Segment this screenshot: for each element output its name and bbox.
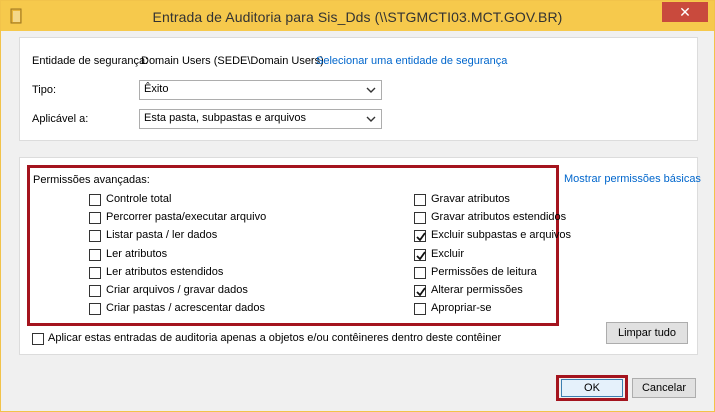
unchecked-checkbox[interactable] (89, 266, 101, 279)
permission-label: Criar pastas / acrescentar dados (106, 302, 265, 315)
unchecked-checkbox[interactable] (89, 303, 101, 316)
permission-label: Gravar atributos (431, 193, 510, 205)
unchecked-checkbox[interactable] (414, 303, 426, 316)
permission-label: Percorrer pasta/executar arquivo (106, 211, 267, 224)
apply-only-checkbox[interactable] (32, 333, 44, 345)
unchecked-checkbox[interactable] (89, 285, 101, 297)
cancel-button[interactable]: Cancelar (632, 378, 696, 398)
unchecked-checkbox[interactable] (89, 212, 101, 225)
chevron-down-icon (365, 84, 377, 96)
unchecked-checkbox[interactable] (414, 212, 426, 225)
permission-label: Ler atributos estendidos (106, 265, 224, 278)
permission-label: Criar arquivos / gravar dados (106, 284, 248, 296)
unchecked-checkbox[interactable] (414, 266, 426, 279)
permission-label: Listar pasta / ler dados (106, 229, 218, 242)
permission-label: Gravar atributos estendidos (431, 211, 567, 224)
close-button[interactable]: ✕ (662, 2, 708, 22)
permission-label: Ler atributos (106, 247, 168, 260)
apply-only-checkbox-row[interactable]: Aplicar estas entradas de auditoria apen… (32, 331, 632, 347)
permission-label: Permissões de leitura (431, 265, 537, 278)
permission-label: Alterar permissões (431, 284, 523, 296)
unchecked-checkbox[interactable] (89, 230, 101, 243)
applies-to-select[interactable]: Esta pasta, subpastas e arquivos (139, 109, 382, 129)
audit-entry-dialog: Entrada de Auditoria para Sis_Dds (\\STG… (0, 0, 715, 412)
principal-panel: Entidade de segurança: Domain Users (SED… (19, 37, 698, 141)
type-select[interactable]: Êxito (139, 80, 382, 100)
type-selected-value: Êxito (144, 83, 169, 95)
permission-label: Controle total (106, 193, 172, 205)
applies-to-selected-value: Esta pasta, subpastas e arquivos (144, 112, 307, 124)
unchecked-checkbox[interactable] (414, 194, 426, 206)
ok-button[interactable]: OK (561, 379, 623, 397)
permissions-highlight-box: Permissões avançadas: Controle total Perc… (27, 165, 571, 326)
show-basic-permissions-link[interactable]: Mostrar permissões básicas (564, 173, 701, 185)
permission-label: Excluir subpastas e arquivos (431, 229, 572, 242)
checked-checkbox[interactable] (414, 285, 426, 297)
principal-value: Domain Users (SEDE\Domain Users) (141, 55, 324, 67)
chevron-down-icon (365, 113, 377, 125)
unchecked-checkbox[interactable] (89, 194, 101, 206)
type-label: Tipo: (32, 84, 57, 96)
clear-all-button[interactable]: Limpar tudo (606, 322, 688, 344)
title-bar[interactable]: Entrada de Auditoria para Sis_Dds (\\STG… (1, 1, 714, 31)
principal-label: Entidade de segurança: (32, 55, 149, 67)
window-title: Entrada de Auditoria para Sis_Dds (\\STG… (152, 9, 563, 25)
permission-label: Apropriar-se (431, 302, 492, 315)
advanced-permissions-title: Permissões avançadas: (33, 174, 150, 186)
checked-checkbox[interactable] (414, 248, 426, 261)
checked-checkbox[interactable] (414, 230, 426, 243)
applies-to-label: Aplicável a: (32, 113, 89, 125)
permission-label: Excluir (431, 247, 465, 260)
select-principal-link[interactable]: Selecionar uma entidade de segurança (316, 55, 507, 67)
apply-only-label: Aplicar estas entradas de auditoria apen… (48, 332, 502, 344)
unchecked-checkbox[interactable] (89, 248, 101, 261)
ok-highlight-box: OK (556, 375, 628, 401)
